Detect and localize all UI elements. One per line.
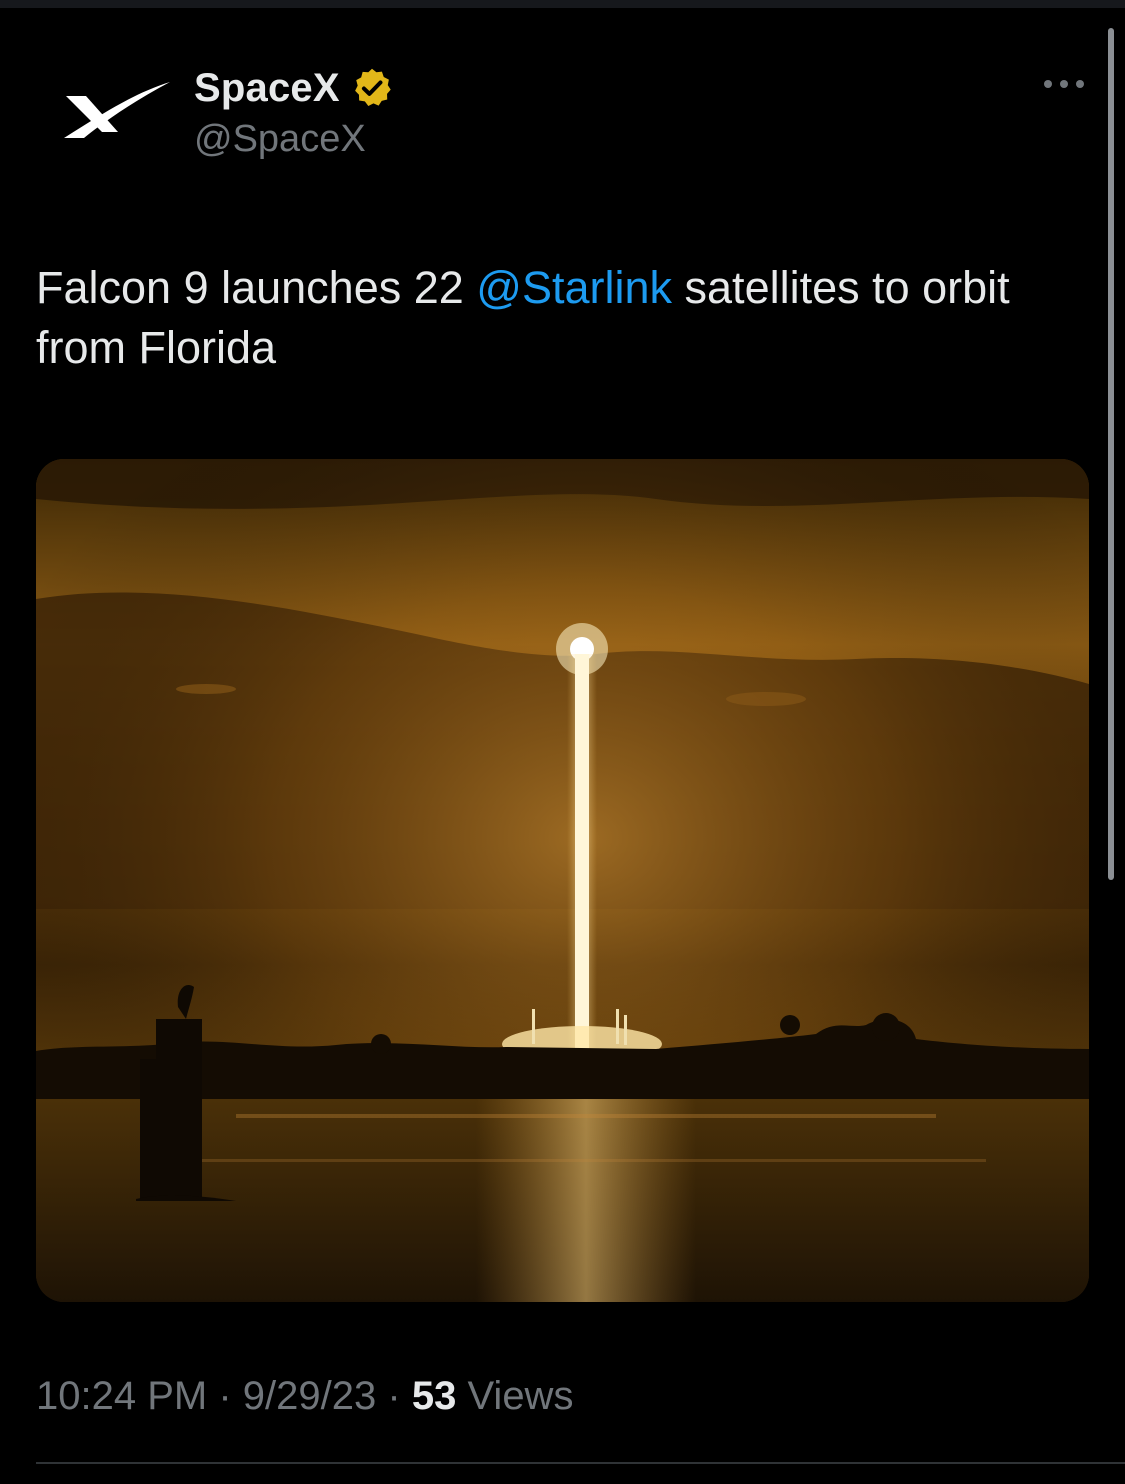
spacex-x-logo-icon (64, 82, 170, 138)
views-count: 53 (411, 1374, 457, 1418)
author-name-row[interactable]: SpaceX (194, 62, 394, 114)
tweet-meta: 10:24 PM · 9/29/23 · 53 Views (36, 1374, 573, 1419)
views-label: Views (467, 1374, 574, 1418)
avatar[interactable] (36, 60, 176, 170)
more-ellipsis-icon (1044, 80, 1084, 88)
bottom-divider (36, 1462, 1125, 1464)
rocket-launch-photo (36, 459, 1089, 1302)
tweet-photo[interactable] (36, 459, 1089, 1302)
meta-separator: · (218, 1374, 232, 1418)
author-handle[interactable]: @SpaceX (194, 118, 366, 161)
meta-separator: · (387, 1374, 401, 1418)
verified-badge-icon[interactable] (350, 66, 394, 110)
tweet-text: Falcon 9 launches 22 @Starlink satellite… (36, 258, 1076, 378)
tweet-date[interactable]: 9/29/23 (243, 1374, 376, 1418)
author-display-name[interactable]: SpaceX (194, 66, 340, 111)
tweet-time[interactable]: 10:24 PM (36, 1374, 207, 1418)
top-divider (0, 0, 1125, 8)
mention-link-starlink[interactable]: @Starlink (476, 262, 672, 313)
tweet-text-part: Falcon 9 launches 22 (36, 262, 477, 313)
scrollbar[interactable] (1108, 28, 1114, 880)
more-options-button[interactable] (1036, 66, 1092, 102)
